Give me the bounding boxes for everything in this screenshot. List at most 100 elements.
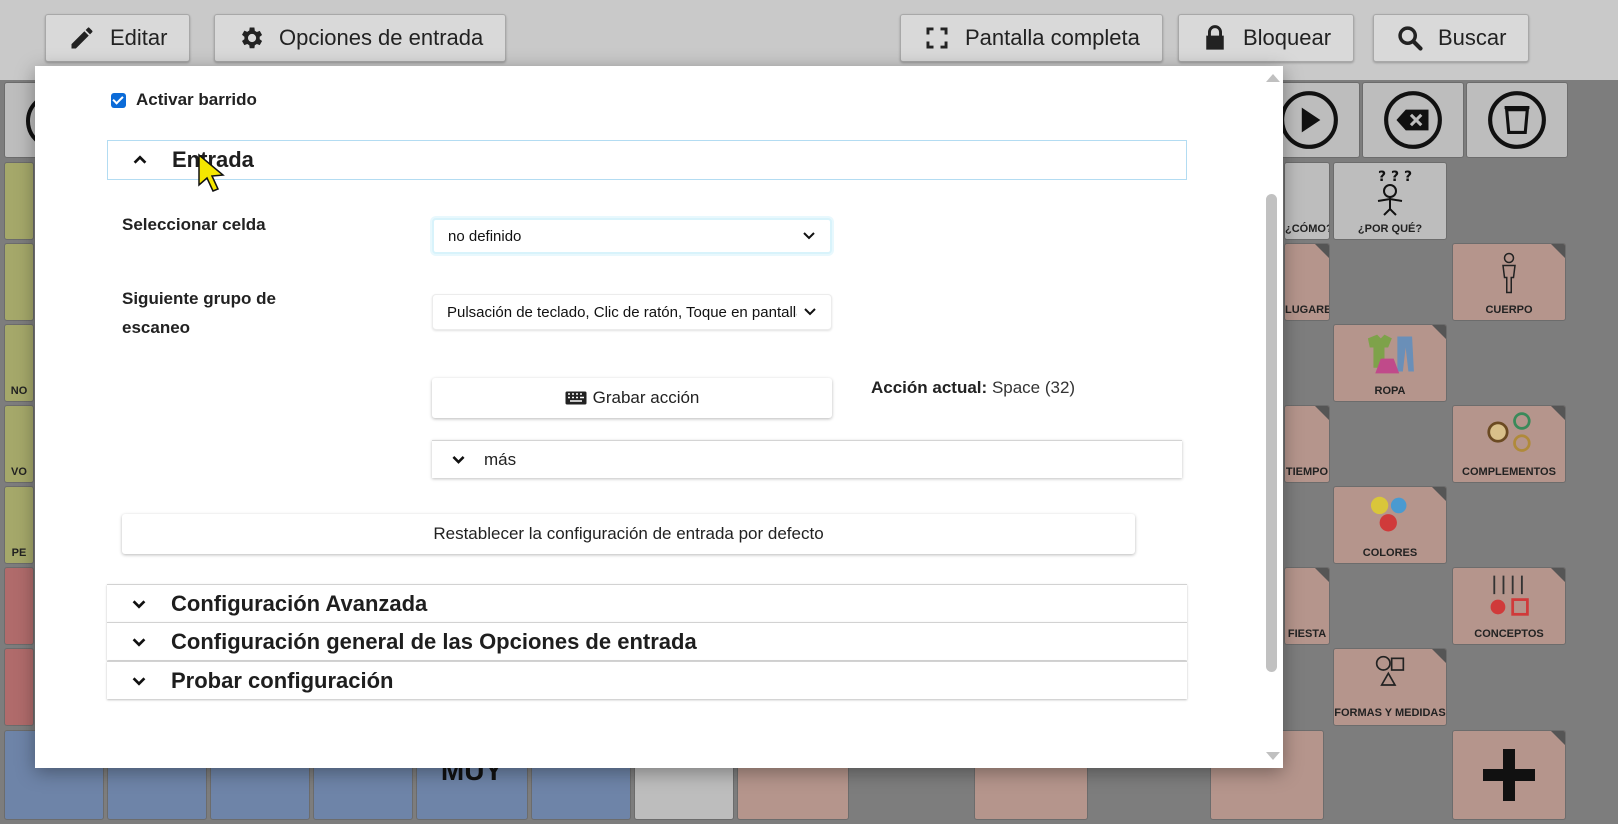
cell-label: CUERPO — [1485, 304, 1533, 316]
activate-scanning-checkbox[interactable] — [111, 92, 126, 108]
chevron-down-icon — [107, 633, 171, 651]
search-label: Buscar — [1438, 25, 1507, 50]
edit-button[interactable]: Editar — [45, 14, 191, 62]
cell-label: ¿CÓMO? — [1285, 223, 1330, 235]
test-config-accordion-header[interactable]: Probar configuración — [107, 661, 1187, 699]
chevron-up-icon — [108, 151, 172, 169]
more-label: más — [484, 449, 517, 469]
cell-label: COLORES — [1362, 547, 1418, 559]
board-cell-left-1[interactable] — [4, 162, 34, 240]
backspace-button[interactable] — [1362, 82, 1464, 158]
search-icon — [1398, 26, 1423, 51]
select-cell-value: no definido — [448, 227, 522, 245]
cell-label: COMPLEMENTOS — [1462, 466, 1556, 478]
select-cell-label: Seleccionar celda — [122, 215, 266, 234]
board-cell-left-7[interactable] — [4, 648, 34, 726]
next-scan-group-label: Siguiente grupo de escaneo — [122, 289, 276, 337]
chevron-down-icon — [804, 308, 816, 316]
cell-label: FIESTA — [1287, 628, 1327, 640]
next-scan-group-value: Pulsación de teclado, Clic de ratón, Toq… — [447, 303, 797, 321]
board-cell-tiempo[interactable]: TIEMPO — [1284, 405, 1330, 483]
chevron-down-icon — [107, 595, 171, 613]
board-cell-formas[interactable]: FORMAS Y MEDIDAS — [1333, 648, 1447, 726]
input-options-button[interactable]: Opciones de entrada — [214, 14, 507, 62]
board-cell-left-6[interactable] — [4, 567, 34, 645]
accessories-icon — [1487, 412, 1531, 452]
reset-input-defaults-label: Restablecer la configuración de entrada … — [433, 524, 824, 543]
fullscreen-label: Pantalla completa — [965, 25, 1140, 50]
keyboard-icon — [565, 391, 587, 405]
fullscreen-icon — [926, 27, 948, 49]
search-button[interactable]: Buscar — [1373, 14, 1530, 62]
advanced-config-title: Configuración Avanzada — [171, 590, 428, 616]
board-cell-ropa[interactable]: ROPA — [1333, 324, 1447, 402]
cell-label: CONCEPTOS — [1474, 628, 1544, 640]
clear-button[interactable] — [1466, 82, 1568, 158]
edit-label: Editar — [110, 25, 168, 50]
board-cell-left-no[interactable]: NO — [4, 324, 34, 402]
lock-button[interactable]: Bloquear — [1178, 14, 1355, 62]
backspace-icon — [1384, 91, 1442, 149]
board-cell-fiesta[interactable]: FIESTA — [1284, 567, 1330, 645]
board-cell-como[interactable]: ¿CÓMO? — [1284, 162, 1330, 240]
current-action-value: Space (32) — [991, 378, 1076, 397]
mouse-cursor-icon — [198, 153, 225, 192]
scroll-down-arrow[interactable] — [1266, 752, 1280, 760]
fullscreen-button[interactable]: Pantalla completa — [900, 14, 1163, 62]
gear-icon — [242, 27, 263, 49]
question-person-icon: ? ? ? — [1377, 169, 1412, 216]
board-cell-left-2[interactable] — [4, 243, 34, 321]
lock-label: Bloquear — [1243, 25, 1332, 50]
record-action-button[interactable]: Grabar acción — [432, 378, 832, 418]
clothes-icon — [1367, 334, 1414, 374]
next-scan-group-dropdown[interactable]: Pulsación de teclado, Clic de ratón, Toq… — [432, 294, 832, 330]
board-cell-complementos[interactable]: COMPLEMENTOS — [1452, 405, 1566, 483]
cell-label: PE — [11, 547, 27, 559]
cell-label: LUGARES — [1285, 304, 1329, 316]
general-config-title: Configuración general de las Opciones de… — [171, 628, 697, 654]
entrada-accordion-header[interactable]: Entrada — [107, 140, 1187, 180]
activate-scanning-label: Activar barrido — [136, 90, 257, 109]
general-config-accordion-header[interactable]: Configuración general de las Opciones de… — [107, 622, 1187, 660]
cell-label: NO — [10, 385, 28, 397]
scrollbar-thumb[interactable] — [1266, 194, 1277, 672]
board-cell-por-que[interactable]: ? ? ? ¿POR QUÉ? — [1333, 162, 1447, 240]
current-action-label: Acción actual: — [871, 378, 988, 397]
cell-label: TIEMPO — [1285, 466, 1329, 478]
board-cell-cuerpo[interactable]: CUERPO — [1452, 243, 1566, 321]
activate-scanning-row[interactable]: Activar barrido — [111, 90, 257, 110]
color-splash-icon — [1370, 496, 1407, 532]
play-icon — [1280, 91, 1338, 149]
select-cell-dropdown[interactable]: no definido — [432, 218, 832, 254]
board-cell-lugares[interactable]: LUGARES — [1284, 243, 1330, 321]
test-config-title: Probar configuración — [171, 667, 394, 693]
concepts-icon — [1490, 575, 1529, 616]
plus-icon — [1483, 749, 1535, 801]
chevron-down-icon — [107, 672, 171, 690]
lock-icon — [1206, 25, 1224, 50]
body-icon — [1502, 252, 1516, 294]
entrada-panel: Seleccionar celda no definido Siguiente … — [107, 180, 1187, 582]
board-cell-colores[interactable]: COLORES — [1333, 486, 1447, 564]
cell-label: FORMAS Y MEDIDAS — [1334, 707, 1446, 719]
cell-label: ROPA — [1374, 385, 1406, 397]
chevron-down-icon — [432, 451, 484, 468]
more-accordion-header[interactable]: más — [432, 440, 1182, 478]
board-cell-left-vo[interactable]: VO — [4, 405, 34, 483]
svg-text:? ? ?: ? ? ? — [1378, 169, 1412, 185]
advanced-config-accordion-header[interactable]: Configuración Avanzada — [107, 584, 1187, 622]
current-action: Acción actual: Space (32) — [871, 378, 1075, 398]
board-cell-left-pe[interactable]: PE — [4, 486, 34, 564]
board-cell-add[interactable] — [1452, 730, 1566, 820]
shapes-icon — [1375, 655, 1405, 686]
cell-label: ¿POR QUÉ? — [1357, 223, 1423, 235]
record-action-label: Grabar acción — [592, 388, 700, 407]
chevron-down-icon — [803, 232, 815, 240]
pencil-icon — [71, 27, 93, 49]
scroll-up-arrow[interactable] — [1266, 74, 1280, 82]
board-cell-conceptos[interactable]: CONCEPTOS — [1452, 567, 1566, 645]
input-options-label: Opciones de entrada — [279, 25, 484, 50]
reset-input-defaults-button[interactable]: Restablecer la configuración de entrada … — [122, 514, 1135, 554]
cell-label: VO — [11, 466, 27, 478]
trash-icon — [1488, 91, 1546, 149]
